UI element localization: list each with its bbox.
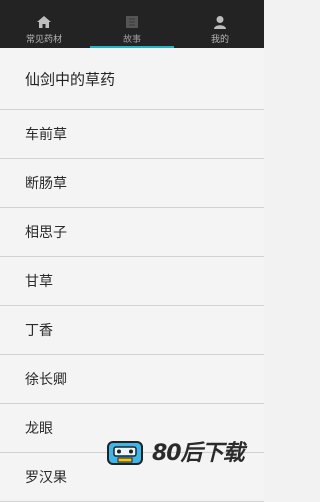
tab-common-herbs[interactable]: 常见药材 (0, 0, 88, 48)
list-item[interactable]: 徐长卿 (0, 355, 264, 404)
person-icon (213, 14, 227, 33)
list-item-label: 车前草 (25, 127, 67, 143)
list-item-label: 相思子 (25, 225, 67, 241)
list-item[interactable]: 甘草 (0, 257, 264, 306)
list-item-label: 龙眼 (25, 421, 53, 437)
list-item[interactable]: 断肠草 (0, 159, 264, 208)
tab-bar: 常见药材 故事 我的 (0, 0, 264, 48)
list-item[interactable]: 车前草 (0, 110, 264, 159)
tab-stories[interactable]: 故事 (88, 0, 176, 48)
list-item-label: 徐长卿 (25, 372, 67, 388)
watermark-logo-icon (106, 436, 146, 472)
list-item[interactable]: 相思子 (0, 208, 264, 257)
tab-mine[interactable]: 我的 (176, 0, 264, 48)
list-item-label: 断肠草 (25, 176, 67, 192)
list-item[interactable]: 丁香 (0, 306, 264, 355)
home-icon (36, 14, 52, 33)
tab-label: 故事 (122, 35, 141, 45)
list-item[interactable]: 仙剑中的草药 (0, 48, 264, 110)
tab-label: 常见药材 (25, 35, 62, 45)
book-icon (124, 14, 140, 33)
list-item-label: 罗汉果 (25, 470, 67, 486)
watermark: 80后下载 (104, 433, 264, 470)
list-item-label: 甘草 (25, 274, 53, 290)
watermark-text: 80后下载 (152, 441, 245, 466)
list-item-label: 仙剑中的草药 (25, 70, 116, 88)
list-item-label: 丁香 (25, 323, 53, 339)
tab-label: 我的 (210, 35, 229, 45)
